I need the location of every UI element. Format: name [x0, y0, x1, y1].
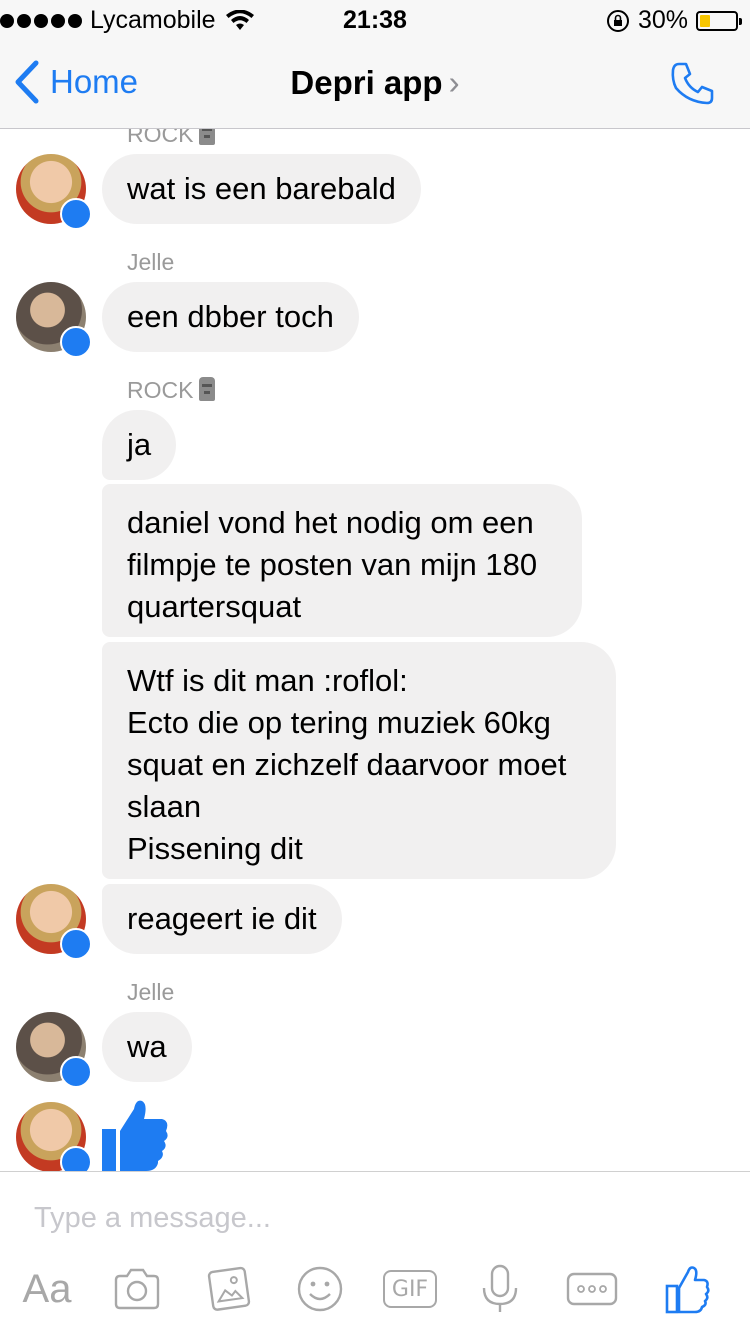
- sender-label: Jelle: [127, 979, 175, 1005]
- composer-toolbar: Aa GIF: [0, 1264, 750, 1320]
- text-format-button[interactable]: Aa: [20, 1264, 74, 1314]
- message-bubble[interactable]: wat is een barebald: [102, 154, 421, 224]
- composer: Type a message... Aa GIF: [0, 1171, 750, 1335]
- emoji-icon[interactable]: [295, 1264, 345, 1314]
- battery-icon: [696, 10, 742, 31]
- sender-label: Jelle: [127, 249, 175, 275]
- moai-emoji-icon: [199, 377, 216, 401]
- microphone-icon[interactable]: [478, 1264, 522, 1314]
- messenger-badge-icon: [60, 1146, 92, 1171]
- conversation-title[interactable]: Depri app ›: [0, 64, 750, 102]
- sender-label: ROCK: [127, 377, 216, 404]
- battery-fill: [700, 14, 710, 27]
- battery-percent: 30%: [637, 6, 688, 34]
- gif-button[interactable]: GIF: [383, 1270, 437, 1308]
- messenger-badge-icon: [60, 1056, 92, 1088]
- messenger-badge-icon: [60, 928, 92, 960]
- like-icon[interactable]: [664, 1264, 710, 1314]
- avatar-rock[interactable]: [16, 154, 92, 230]
- message-line: slaan: [127, 789, 202, 824]
- message-line: quartersquat: [127, 589, 302, 624]
- message-bubble[interactable]: reageert ie dit: [102, 884, 342, 954]
- message-bubble[interactable]: ja: [102, 410, 177, 480]
- phone-icon[interactable]: [670, 60, 716, 106]
- message-line: Wtf is dit man :roflol:: [127, 663, 408, 698]
- message-line: Ecto die op tering muziek 60kg: [127, 705, 551, 740]
- status-bar: Lycamobile 21:38 30%: [0, 0, 750, 40]
- messenger-badge-icon: [60, 198, 92, 230]
- message-bubble[interactable]: een dbber toch: [102, 282, 359, 352]
- avatar-jelle[interactable]: [16, 282, 92, 358]
- camera-icon[interactable]: [112, 1264, 162, 1314]
- avatar-rock[interactable]: [16, 884, 92, 960]
- status-right: 30%: [606, 6, 742, 35]
- message-bubble[interactable]: wa: [102, 1012, 192, 1082]
- avatar-jelle[interactable]: [16, 1012, 92, 1088]
- message-bubble[interactable]: Wtf is dit man :roflol: Ecto die op teri…: [102, 642, 616, 879]
- rotation-lock-icon: [606, 9, 629, 32]
- message-input[interactable]: Type a message...: [34, 1202, 271, 1235]
- more-icon[interactable]: [565, 1264, 619, 1314]
- message-line: Pissening dit: [127, 831, 303, 866]
- moai-emoji-icon: [199, 129, 216, 145]
- message-line: filmpje te posten van mijn 180: [127, 547, 538, 582]
- thumbs-up-icon[interactable]: [100, 1099, 170, 1171]
- message-bubble[interactable]: daniel vond het nodig om een filmpje te …: [102, 484, 582, 637]
- message-line: squat en zichzelf daarvoor moet: [127, 747, 567, 782]
- messenger-badge-icon: [60, 326, 92, 358]
- navigation-bar: Home Depri app ›: [0, 40, 750, 129]
- avatar-rock[interactable]: [16, 1102, 92, 1171]
- gallery-icon[interactable]: [203, 1264, 253, 1314]
- chevron-right-icon: ›: [448, 64, 460, 101]
- sender-label: ROCK: [127, 129, 216, 148]
- message-list[interactable]: ROCK wat is een barebald Jelle een dbber…: [0, 129, 750, 1171]
- message-line: daniel vond het nodig om een: [127, 505, 534, 540]
- title-text: Depri app: [290, 64, 443, 101]
